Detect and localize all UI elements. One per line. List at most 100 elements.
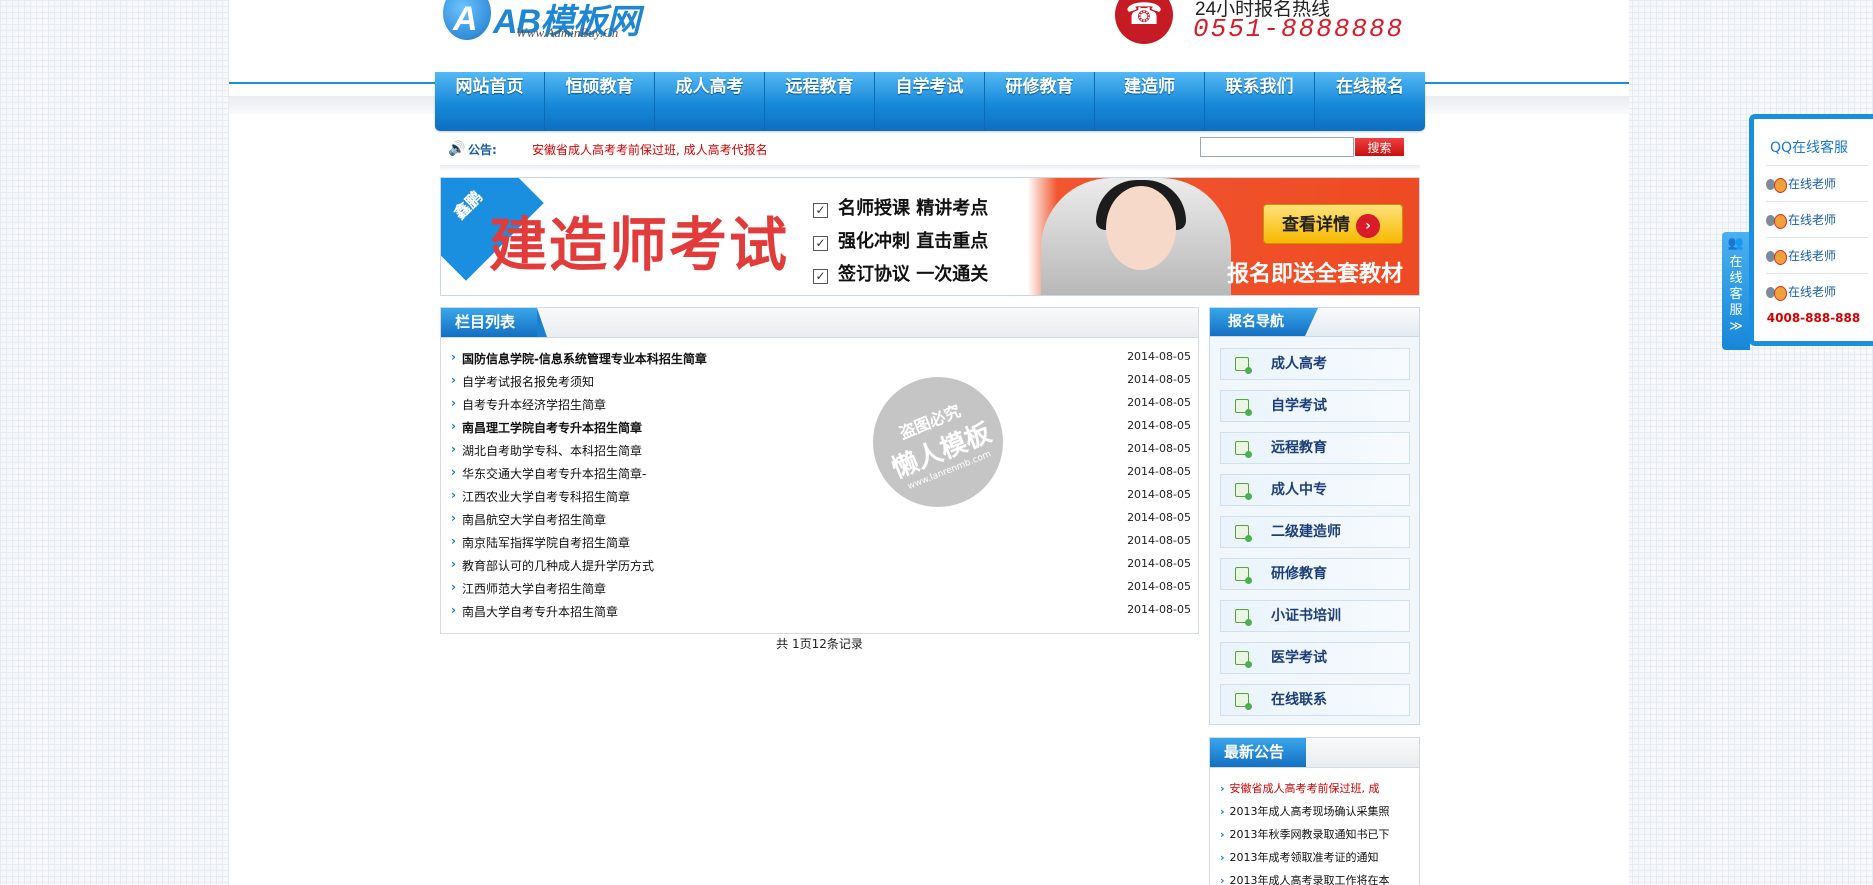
article-title[interactable]: 南昌理工学院自考专升本招生简章 xyxy=(462,419,1127,442)
announcement-item[interactable]: 2013年成考领取准考证的通知 xyxy=(1220,849,1415,872)
nav-item-training[interactable]: 研修教育 xyxy=(985,72,1095,131)
site-logo[interactable]: A AB模板网 Www.AdminBuy.Cn xyxy=(443,0,663,44)
notice-bar: 🔊 公告: 安徽省成人高考考前保过班, 成人高考代报名 搜索 xyxy=(440,135,1420,171)
article-title[interactable]: 南昌大学自考专升本招生简章 xyxy=(462,603,1127,626)
article-title[interactable]: 教育部认可的几种成人提升学历方式 xyxy=(462,557,1127,580)
enroll-guide-header: 报名导航 xyxy=(1210,308,1419,337)
article-row[interactable]: 南京陆军指挥学院自考招生简章2014-08-05 xyxy=(451,534,1191,557)
online-service-tab[interactable]: 👥 在线客服 ≫ xyxy=(1722,232,1750,350)
article-title[interactable]: 湖北自考助学专科、本科招生简章 xyxy=(462,442,1127,465)
logo-mark-icon: A xyxy=(443,0,491,40)
nav-item-distance[interactable]: 远程教育 xyxy=(765,72,875,131)
article-date: 2014-08-05 xyxy=(1127,534,1191,547)
article-title[interactable]: 江西农业大学自考专科招生简章 xyxy=(462,488,1127,511)
article-row[interactable]: 自学考试报名报免考须知2014-08-05 xyxy=(451,373,1191,396)
article-title[interactable]: 自学考试报名报免考须知 xyxy=(462,373,1127,396)
guide-item[interactable]: 自学考试 xyxy=(1220,390,1410,422)
document-icon xyxy=(1235,399,1252,416)
guide-item[interactable]: 成人中专 xyxy=(1220,474,1410,506)
document-icon xyxy=(1235,693,1252,710)
article-list-panel: 栏目列表 国防信息学院-信息系统管理专业本科招生简章2014-08-05自学考试… xyxy=(440,307,1199,634)
banner-title: 建造师考试 xyxy=(489,211,790,279)
guide-item[interactable]: 在线联系 xyxy=(1220,684,1410,716)
nav-item-adult-exam[interactable]: 成人高考 xyxy=(655,72,765,131)
qq-service-phone: 4008-888-888 xyxy=(1766,311,1861,325)
guide-item-label: 医学考试 xyxy=(1271,650,1327,666)
qq-service-item[interactable]: 在线老师 xyxy=(1766,273,1868,309)
checkbox-icon: ✓ xyxy=(813,203,828,218)
guide-item[interactable]: 二级建造师 xyxy=(1220,516,1410,548)
announcement-header: 最新公告 xyxy=(1210,738,1419,768)
article-date: 2014-08-05 xyxy=(1127,465,1191,478)
article-title[interactable]: 自考专升本经济学招生简章 xyxy=(462,396,1127,419)
article-title[interactable]: 南京陆军指挥学院自考招生简章 xyxy=(462,534,1127,557)
article-row[interactable]: 南昌大学自考专升本招生简章2014-08-05 xyxy=(451,603,1191,626)
article-title[interactable]: 南昌航空大学自考招生简章 xyxy=(462,511,1127,534)
article-title[interactable]: 华东交通大学自考专升本招生简章- xyxy=(462,465,1127,488)
nav-item-home[interactable]: 网站首页 xyxy=(435,72,545,131)
article-list: 国防信息学院-信息系统管理专业本科招生简章2014-08-05自学考试报名报免考… xyxy=(451,350,1191,626)
announcement-item[interactable]: 2013年成人高考录取工作将在本 xyxy=(1220,872,1415,885)
banner-point: ✓ 强化冲刺 直击重点 xyxy=(813,227,988,260)
search-button[interactable]: 搜索 xyxy=(1355,138,1404,156)
document-icon xyxy=(1235,651,1252,668)
nav-item-constructor[interactable]: 建造师 xyxy=(1095,72,1205,131)
article-row[interactable]: 江西农业大学自考专科招生简章2014-08-05 xyxy=(451,488,1191,511)
article-row[interactable]: 南昌理工学院自考专升本招生简章2014-08-05 xyxy=(451,419,1191,442)
content-wrapper: A AB模板网 Www.AdminBuy.Cn ☎ 24小时报名热线 0551-… xyxy=(435,0,1425,885)
people-icon: 👥 xyxy=(1727,236,1745,251)
guide-item[interactable]: 远程教育 xyxy=(1220,432,1410,464)
document-icon xyxy=(1235,567,1252,584)
qq-service-item[interactable]: 在线老师 xyxy=(1766,237,1868,273)
document-icon xyxy=(1235,441,1252,458)
document-icon xyxy=(1235,609,1252,626)
article-date: 2014-08-05 xyxy=(1127,580,1191,593)
banner-points: ✓ 名师授课 精讲考点 ✓ 强化冲刺 直击重点 ✓ 签订协议 一次通关 xyxy=(813,194,988,293)
document-icon xyxy=(1235,357,1252,374)
arrow-right-icon: › xyxy=(1356,214,1380,238)
announcement-list: 安徽省成人高考考前保过班, 成2013年成人高考现场确认采集照2013年秋季网教… xyxy=(1220,780,1415,885)
announcement-item[interactable]: 2013年成人高考现场确认采集照 xyxy=(1220,803,1415,826)
checkbox-icon: ✓ xyxy=(813,236,828,251)
guide-item[interactable]: 研修教育 xyxy=(1220,558,1410,590)
enroll-guide-list: 成人高考自学考试远程教育成人中专二级建造师研修教育小证书培训医学考试在线联系 xyxy=(1220,348,1410,726)
search-input[interactable] xyxy=(1200,137,1354,157)
qq-service-item[interactable]: 在线老师 xyxy=(1766,201,1868,237)
guide-item[interactable]: 医学考试 xyxy=(1220,642,1410,674)
article-row[interactable]: 南昌航空大学自考招生简章2014-08-05 xyxy=(451,511,1191,534)
article-date: 2014-08-05 xyxy=(1127,557,1191,570)
qq-service-list: 在线老师 在线老师 在线老师 在线老师 xyxy=(1766,165,1868,309)
article-title[interactable]: 江西师范大学自考招生简章 xyxy=(462,580,1127,603)
nav-item-self-study[interactable]: 自学考试 xyxy=(875,72,985,131)
banner-point: ✓ 名师授课 精讲考点 xyxy=(813,194,988,227)
article-row[interactable]: 国防信息学院-信息系统管理专业本科招生简章2014-08-05 xyxy=(451,350,1191,373)
article-row[interactable]: 华东交通大学自考专升本招生简章-2014-08-05 xyxy=(451,465,1191,488)
enroll-guide-panel: 报名导航 成人高考自学考试远程教育成人中专二级建造师研修教育小证书培训医学考试在… xyxy=(1209,307,1420,725)
hotline: ☎ 24小时报名热线 0551-8888888 xyxy=(1115,0,1415,46)
announcement-title: 最新公告 xyxy=(1210,738,1306,767)
article-row[interactable]: 湖北自考助学专科、本科招生简章2014-08-05 xyxy=(451,442,1191,465)
qq-service-item[interactable]: 在线老师 xyxy=(1766,165,1868,201)
article-date: 2014-08-05 xyxy=(1127,603,1191,616)
article-title[interactable]: 国防信息学院-信息系统管理专业本科招生简章 xyxy=(462,350,1127,373)
nav-item-enroll[interactable]: 在线报名 xyxy=(1315,72,1425,131)
nav-item-hengshuo[interactable]: 恒硕教育 xyxy=(545,72,655,131)
notice-text[interactable]: 安徽省成人高考考前保过班, 成人高考代报名 xyxy=(532,141,768,158)
announcement-item[interactable]: 安徽省成人高考考前保过班, 成 xyxy=(1220,780,1415,803)
view-details-button[interactable]: 查看详情 › xyxy=(1263,204,1403,244)
qq-service-panel: QQ在线客服 在线老师 在线老师 在线老师 在线老师 4008-888-888 xyxy=(1749,114,1873,346)
guide-item[interactable]: 小证书培训 xyxy=(1220,600,1410,632)
guide-item[interactable]: 成人高考 xyxy=(1220,348,1410,380)
guide-item-label: 自学考试 xyxy=(1271,398,1327,414)
article-row[interactable]: 江西师范大学自考招生简章2014-08-05 xyxy=(451,580,1191,603)
article-row[interactable]: 教育部认可的几种成人提升学历方式2014-08-05 xyxy=(451,557,1191,580)
announcement-item[interactable]: 2013年秋季网教录取通知书已下 xyxy=(1220,826,1415,849)
nav-item-contact[interactable]: 联系我们 xyxy=(1205,72,1315,131)
notice-divider xyxy=(440,165,1420,171)
promo-banner[interactable]: 鑫鹏 建造师考试 ✓ 名师授课 精讲考点 ✓ 强化冲刺 直击重点 ✓ 签订协议 一次通… xyxy=(440,177,1420,296)
article-row[interactable]: 自考专升本经济学招生简章2014-08-05 xyxy=(451,396,1191,419)
banner-student-photo xyxy=(1041,178,1231,295)
phone-icon: ☎ xyxy=(1115,0,1173,44)
logo-subtitle: Www.AdminBuy.Cn xyxy=(516,25,619,40)
banner-point: ✓ 签订协议 一次通关 xyxy=(813,260,988,293)
